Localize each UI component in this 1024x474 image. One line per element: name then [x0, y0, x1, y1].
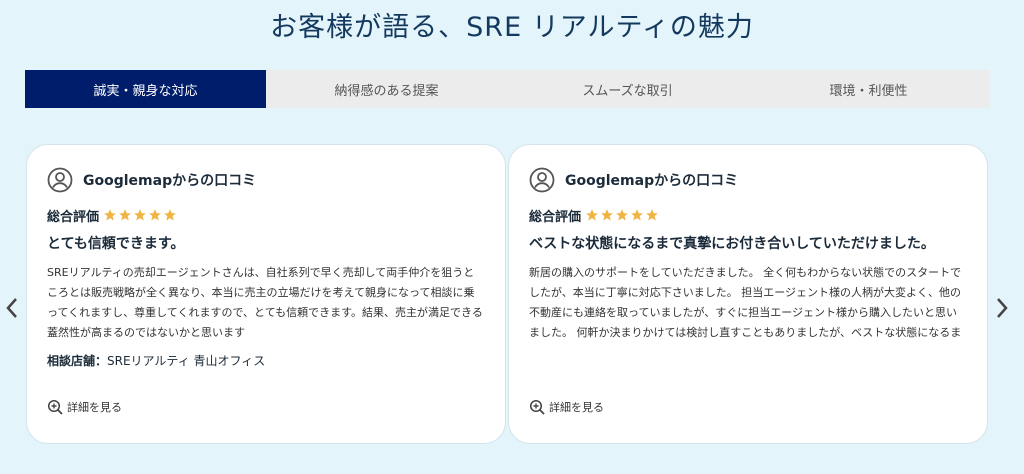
- tab-environment-convenience[interactable]: 環境・利便性: [748, 70, 989, 108]
- view-details-button[interactable]: 詳細を見る: [47, 399, 122, 415]
- chevron-left-icon[interactable]: [4, 296, 20, 320]
- user-circle-icon: [47, 167, 73, 193]
- review-source-label: Googlemapからの口コミ: [83, 173, 257, 189]
- zoom-in-icon: [47, 399, 63, 415]
- star-icon: [104, 209, 116, 221]
- star-icon: [134, 209, 146, 221]
- star-icon: [586, 209, 598, 221]
- section-title: お客様が語る、SRE リアルティの魅力: [270, 12, 754, 43]
- review-headline: とても信頼できます。: [47, 236, 185, 252]
- view-details-label: 詳細を見る: [549, 401, 604, 414]
- tab-sincere-support[interactable]: 誠実・親身な対応: [25, 70, 266, 108]
- review-headline: ベストな状態になるまで真摯にお付き合いしていただけました。: [529, 236, 935, 252]
- star-icon: [646, 209, 658, 221]
- overall-rating: 総合評価: [529, 205, 967, 225]
- star-icon: [149, 209, 161, 221]
- review-source-label: Googlemapからの口コミ: [565, 173, 739, 189]
- view-details-label: 詳細を見る: [67, 401, 122, 414]
- rating-label: 総合評価: [529, 209, 582, 225]
- view-details-button[interactable]: 詳細を見る: [529, 399, 604, 415]
- tab-convincing-proposal[interactable]: 納得感のある提案: [266, 70, 507, 108]
- rating-label: 総合評価: [47, 209, 100, 225]
- category-tabs: 誠実・親身な対応 納得感のある提案 スムーズな取引 環境・利便性: [25, 70, 989, 108]
- star-icon: [164, 209, 176, 221]
- chevron-right-icon[interactable]: [994, 296, 1010, 320]
- store-label: 相談店舗：: [47, 354, 108, 368]
- rating-stars: [103, 208, 178, 222]
- zoom-in-icon: [529, 399, 545, 415]
- user-circle-icon: [529, 167, 555, 193]
- review-card: Googlemapからの口コミ 総合評価 ベストな状態になるまで真摯にお付き合い…: [508, 144, 988, 444]
- store-value: SREリアルティ 青山オフィス: [107, 354, 266, 368]
- rating-stars: [585, 208, 660, 222]
- tab-smooth-transaction[interactable]: スムーズな取引: [507, 70, 748, 108]
- review-source: Googlemapからの口コミ: [529, 165, 967, 195]
- review-body: SREリアルティの売却エージェントさんは、自社系列で早く売却して両手仲介を狙うと…: [47, 266, 483, 339]
- overall-rating: 総合評価: [47, 205, 485, 225]
- review-card: Googlemapからの口コミ 総合評価 とても信頼できます。 SREリアルティ…: [26, 144, 506, 444]
- star-icon: [601, 209, 613, 221]
- star-icon: [616, 209, 628, 221]
- star-icon: [119, 209, 131, 221]
- review-source: Googlemapからの口コミ: [47, 165, 485, 195]
- store-info: 相談店舗：SREリアルティ 青山オフィス: [47, 351, 485, 371]
- star-icon: [631, 209, 643, 221]
- review-body: 新居の購入のサポートをしていただきました。 全く何もわからない状態でのスタートで…: [529, 266, 962, 339]
